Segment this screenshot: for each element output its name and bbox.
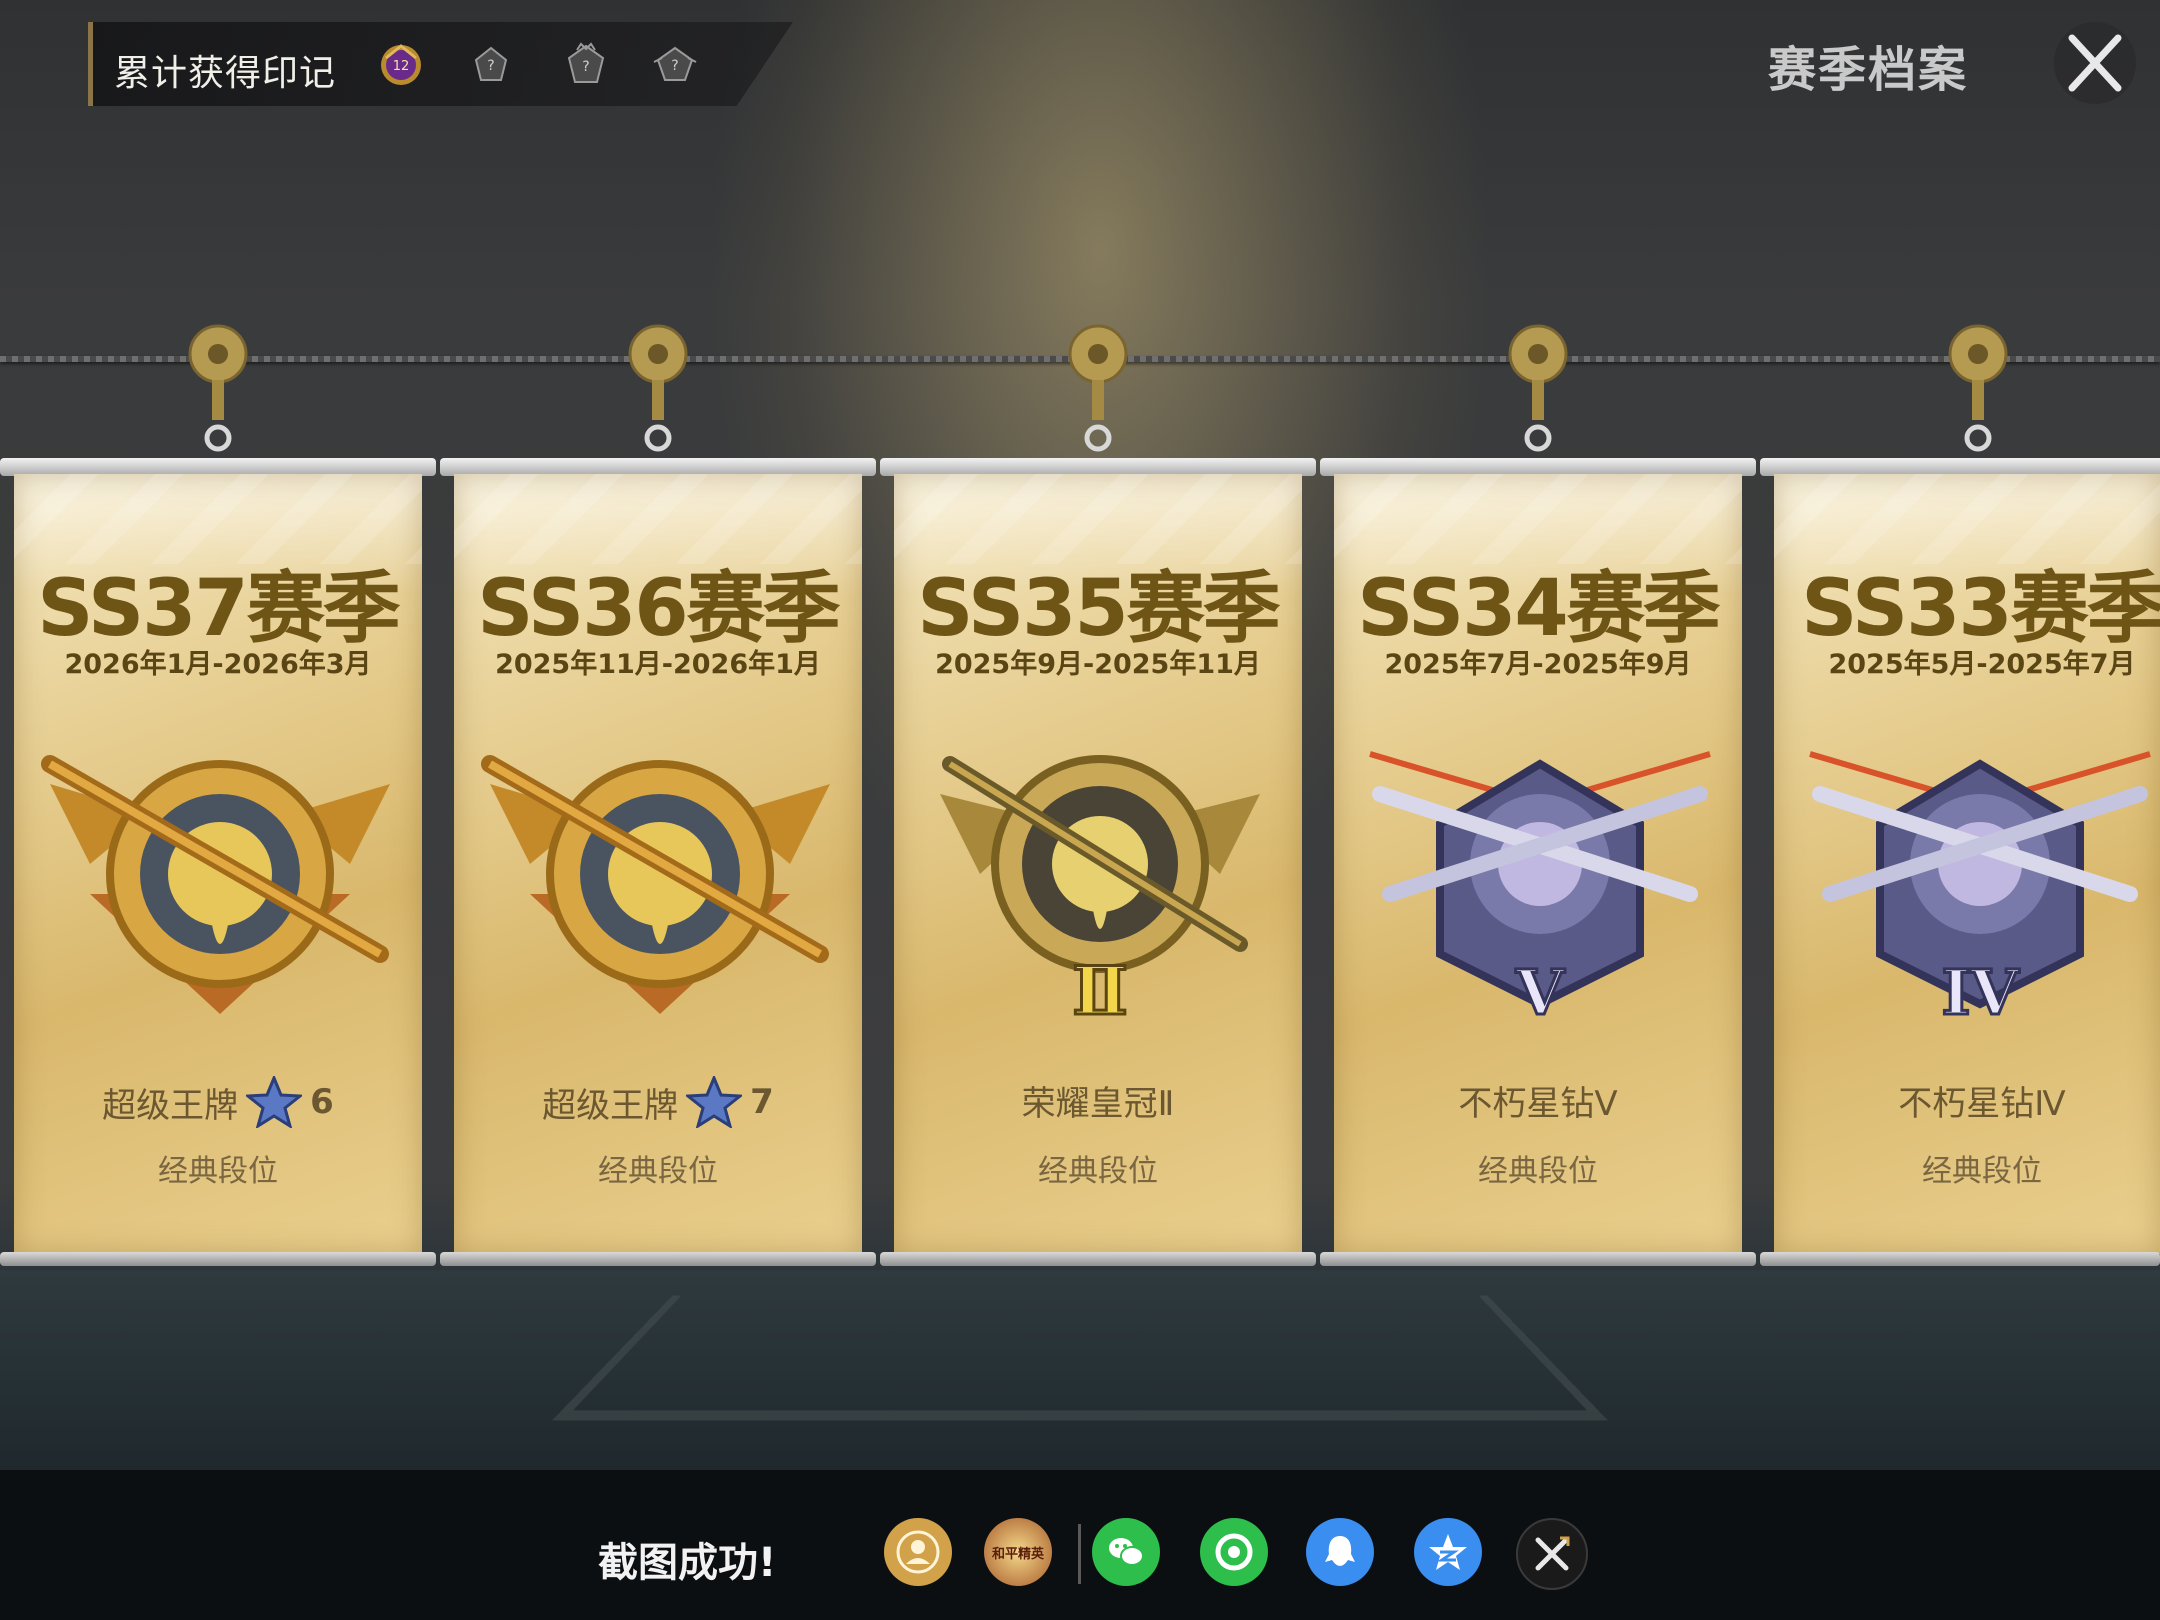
gold-ace-emblem-icon [481, 755, 830, 1014]
profile-share-button[interactable] [884, 1518, 952, 1586]
season-dates: 2025年11月-2026年1月 [495, 649, 821, 680]
banner-rod-bottom [0, 1252, 436, 1266]
banner-clip-icon [1948, 324, 2008, 452]
rank-star-icon [246, 1076, 303, 1128]
diamond-emblem-icon: V [1369, 751, 1711, 1024]
qq-share-button[interactable] [1306, 1518, 1374, 1586]
mark-locked-label: ? [671, 58, 678, 74]
rank-stars-count: 7 [750, 1082, 774, 1122]
mark-locked-label: ? [487, 58, 494, 74]
banner-rod-bottom [1760, 1252, 2160, 1266]
wechat-share-button[interactable] [1092, 1518, 1160, 1586]
season-archive-title: 赛季档案 [1767, 42, 1968, 98]
season-banner-ss35[interactable]: SS35赛季 2025年9月-2025年11月 Ⅱ 荣耀皇冠Ⅱ 经典段位 [880, 458, 1316, 1266]
game-logo-share-button[interactable]: 和平精英 [984, 1518, 1052, 1586]
season-dates: 2026年1月-2026年3月 [64, 649, 372, 680]
rank-name: 不朽星钻Ⅴ [1458, 1084, 1618, 1124]
close-share-button[interactable] [1516, 1518, 1588, 1590]
tier-numeral: V [1515, 956, 1565, 1024]
banner-cloth: SS35赛季 2025年9月-2025年11月 Ⅱ 荣耀皇冠Ⅱ 经典段位 [894, 474, 1302, 1254]
floor-marking [552, 1295, 1608, 1421]
mark-locked-icon[interactable]: ? [466, 40, 516, 90]
close-share-icon [1535, 1536, 1570, 1571]
banner-clip-icon [1068, 324, 1128, 452]
season-dates: 2025年7月-2025年9月 [1384, 649, 1692, 680]
mark-locked-label: ? [582, 59, 589, 75]
rank-name: 超级王牌 [542, 1085, 679, 1126]
banner-cloth: SS37赛季 2026年1月-2026年3月 超级王牌 6 经典段位 [14, 474, 422, 1254]
profile-share-icon [896, 1530, 940, 1574]
rank-row: 超级王牌 7 [454, 1076, 862, 1128]
rank-name: 不朽星钻Ⅳ [1898, 1084, 2066, 1124]
season-banner-ss37[interactable]: SS37赛季 2026年1月-2026年3月 超级王牌 6 经典段位 [0, 458, 436, 1266]
rank-type: 经典段位 [1922, 1154, 2042, 1189]
rank-name: 荣耀皇冠Ⅱ [1021, 1084, 1175, 1124]
wechat-icon [1109, 1538, 1144, 1566]
qq-icon [1325, 1536, 1355, 1566]
moments-icon [1215, 1533, 1253, 1571]
mark-badge-count: 12 [393, 59, 410, 74]
banner-clip-icon [188, 324, 248, 452]
rank-row: 不朽星钻Ⅳ [1774, 1076, 2160, 1125]
rank-row: 荣耀皇冠Ⅱ [894, 1076, 1302, 1125]
mark-locked-icon[interactable]: ? [558, 40, 614, 90]
qzone-icon [1429, 1534, 1467, 1570]
game-logo-icon: 和平精英 [991, 1546, 1044, 1562]
season-banner-ss33[interactable]: SS33赛季 2025年5月-2025年7月 IV 不朽星钻Ⅳ 经典段位 [1760, 458, 2160, 1266]
rank-type: 经典段位 [158, 1154, 278, 1189]
rank-row: 超级王牌 6 [14, 1076, 422, 1128]
banner-cloth: SS34赛季 2025年7月-2025年9月 V 不朽星钻Ⅴ 经典段位 [1334, 474, 1742, 1254]
close-icon [2068, 34, 2122, 92]
share-divider [1078, 1524, 1081, 1584]
banner-rod-bottom [880, 1252, 1316, 1266]
screenshot-status: 截图成功! [598, 1540, 777, 1586]
season-banner-ss34[interactable]: SS34赛季 2025年7月-2025年9月 V 不朽星钻Ⅴ 经典段位 [1320, 458, 1756, 1266]
moments-share-button[interactable] [1200, 1518, 1268, 1586]
banner-rod-bottom [1320, 1252, 1756, 1266]
crown-emblem-icon: Ⅱ [940, 755, 1260, 1024]
tier-numeral: Ⅱ [1072, 952, 1128, 1024]
rank-type: 经典段位 [598, 1154, 718, 1189]
gold-ace-emblem-icon [41, 755, 390, 1014]
banner-clip-icon [628, 324, 688, 452]
marks-header-title: 累计获得印记 [114, 53, 337, 94]
rank-type: 经典段位 [1038, 1154, 1158, 1189]
close-button[interactable] [2054, 22, 2136, 104]
banner-cloth: SS36赛季 2025年11月-2026年1月 超级王牌 7 经典段位 [454, 474, 862, 1254]
rank-stars-count: 6 [310, 1082, 334, 1122]
banner-cloth: SS33赛季 2025年5月-2025年7月 IV 不朽星钻Ⅳ 经典段位 [1774, 474, 2160, 1254]
season-dates: 2025年5月-2025年7月 [1828, 649, 2136, 680]
season-dates: 2025年9月-2025年11月 [935, 649, 1261, 680]
rank-star-icon [686, 1076, 743, 1128]
diamond-emblem-icon: IV [1809, 751, 2151, 1024]
mark-badge-12-icon[interactable]: 12 [376, 40, 426, 90]
banner-rod-bottom [440, 1252, 876, 1266]
rank-row: 不朽星钻Ⅴ [1334, 1076, 1742, 1125]
tier-numeral: IV [1941, 956, 2019, 1024]
season-banner-ss36[interactable]: SS36赛季 2025年11月-2026年1月 超级王牌 7 经典段位 [440, 458, 876, 1266]
qzone-share-button[interactable] [1414, 1518, 1482, 1586]
mark-locked-icon[interactable]: ? [650, 40, 700, 90]
rank-name: 超级王牌 [102, 1085, 239, 1126]
banner-clip-icon [1508, 324, 1568, 452]
rank-type: 经典段位 [1478, 1154, 1598, 1189]
